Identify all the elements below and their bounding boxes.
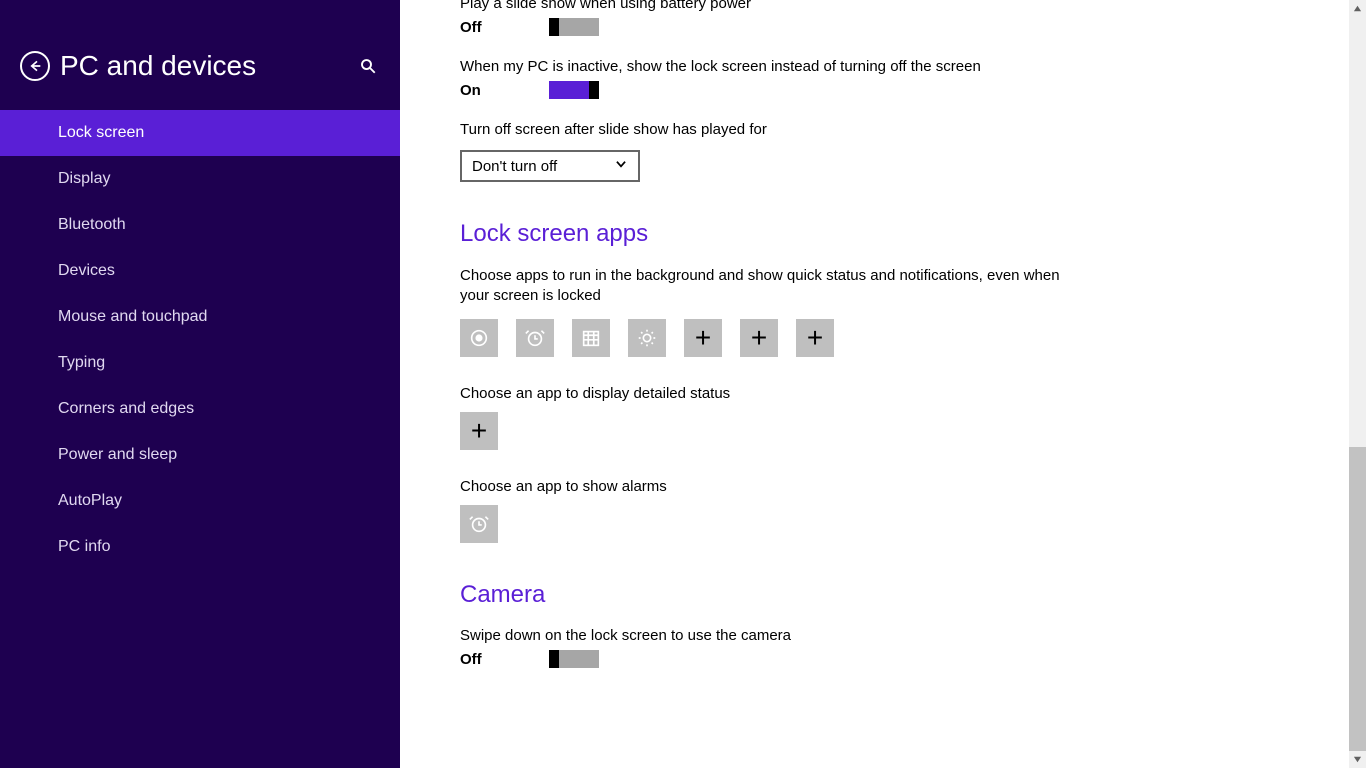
sidebar-item-corners-edges[interactable]: Corners and edges <box>0 386 400 432</box>
page-title: PC and devices <box>60 50 356 82</box>
app-tile-alarm[interactable] <box>516 319 554 357</box>
app-tile-calendar[interactable] <box>572 319 610 357</box>
sidebar-items: Lock screen Display Bluetooth Devices Mo… <box>0 110 400 570</box>
toggle-state: Off <box>460 19 545 36</box>
chevron-up-icon <box>1353 4 1362 13</box>
detailed-status-label: Choose an app to display detailed status <box>460 385 1306 402</box>
sidebar-item-bluetooth[interactable]: Bluetooth <box>0 202 400 248</box>
dropdown-turnoff-after[interactable]: Don't turn off <box>460 150 640 182</box>
app-tile-add-3[interactable]: + <box>796 319 834 357</box>
app-tile-add-1[interactable]: + <box>684 319 722 357</box>
sidebar-item-label: Devices <box>58 262 115 279</box>
vertical-scrollbar[interactable] <box>1349 0 1366 768</box>
sidebar-item-label: Typing <box>58 354 105 371</box>
sidebar-item-typing[interactable]: Typing <box>0 340 400 386</box>
sidebar-item-autoplay[interactable]: AutoPlay <box>0 478 400 524</box>
main-content: Play a slide show when using battery pow… <box>400 0 1366 768</box>
sidebar-item-label: Lock screen <box>58 124 144 141</box>
toggle-camera-swipe[interactable] <box>549 650 599 668</box>
sidebar-item-label: Display <box>58 170 110 187</box>
sidebar-item-label: Power and sleep <box>58 446 177 463</box>
sidebar-item-label: Mouse and touchpad <box>58 308 207 325</box>
sidebar-header: PC and devices <box>0 0 400 110</box>
back-button[interactable] <box>20 51 50 81</box>
toggle-knob <box>589 81 599 99</box>
quick-status-tiles: + + + <box>460 319 1306 357</box>
setting-label-slideshow-battery: Play a slide show when using battery pow… <box>460 0 1306 12</box>
app-tile-add-2[interactable]: + <box>740 319 778 357</box>
sidebar-item-label: PC info <box>58 538 110 555</box>
sun-icon <box>636 327 658 349</box>
toggle-inactive-lock[interactable] <box>549 81 599 99</box>
search-button[interactable] <box>356 54 380 78</box>
sidebar-item-label: Bluetooth <box>58 216 126 233</box>
scroll-thumb[interactable] <box>1349 447 1366 751</box>
alarm-tiles <box>460 505 1306 543</box>
search-icon <box>359 57 377 75</box>
section-desc-lock-apps: Choose apps to run in the background and… <box>460 266 1070 305</box>
chevron-down-icon <box>1353 755 1362 764</box>
calendar-icon <box>580 327 602 349</box>
sidebar-item-pc-info[interactable]: PC info <box>0 524 400 570</box>
section-title-lock-apps: Lock screen apps <box>460 220 1306 248</box>
app-tile-security[interactable] <box>460 319 498 357</box>
toggle-knob <box>549 18 559 36</box>
setting-label-inactive-lock: When my PC is inactive, show the lock sc… <box>460 58 1306 75</box>
setting-label-camera-swipe: Swipe down on the lock screen to use the… <box>460 627 1306 644</box>
setting-label-turnoff-after: Turn off screen after slide show has pla… <box>460 121 1306 138</box>
arrow-left-icon <box>27 58 43 74</box>
plus-icon: + <box>695 324 711 352</box>
scroll-down-button[interactable] <box>1349 751 1366 768</box>
sidebar: PC and devices Lock screen Display Bluet… <box>0 0 400 768</box>
chevron-down-icon <box>614 157 628 175</box>
detailed-status-add[interactable]: + <box>460 412 498 450</box>
sidebar-item-label: Corners and edges <box>58 400 194 417</box>
toggle-knob <box>549 650 559 668</box>
section-title-camera: Camera <box>460 581 1306 609</box>
scroll-up-button[interactable] <box>1349 0 1366 17</box>
sidebar-item-mouse-touchpad[interactable]: Mouse and touchpad <box>0 294 400 340</box>
shield-icon <box>468 327 490 349</box>
plus-icon: + <box>471 417 487 445</box>
toggle-state: Off <box>460 651 545 668</box>
alarm-icon <box>468 513 490 535</box>
sidebar-item-devices[interactable]: Devices <box>0 248 400 294</box>
sidebar-item-power-sleep[interactable]: Power and sleep <box>0 432 400 478</box>
toggle-state: On <box>460 82 545 99</box>
plus-icon: + <box>751 324 767 352</box>
sidebar-item-lock-screen[interactable]: Lock screen <box>0 110 400 156</box>
sidebar-item-label: AutoPlay <box>58 492 122 509</box>
toggle-slideshow-battery[interactable] <box>549 18 599 36</box>
plus-icon: + <box>807 324 823 352</box>
alarms-label: Choose an app to show alarms <box>460 478 1306 495</box>
alarm-icon <box>524 327 546 349</box>
alarm-app-tile[interactable] <box>460 505 498 543</box>
dropdown-value: Don't turn off <box>472 158 557 175</box>
app-tile-weather[interactable] <box>628 319 666 357</box>
sidebar-item-display[interactable]: Display <box>0 156 400 202</box>
detailed-status-tiles: + <box>460 412 1306 450</box>
